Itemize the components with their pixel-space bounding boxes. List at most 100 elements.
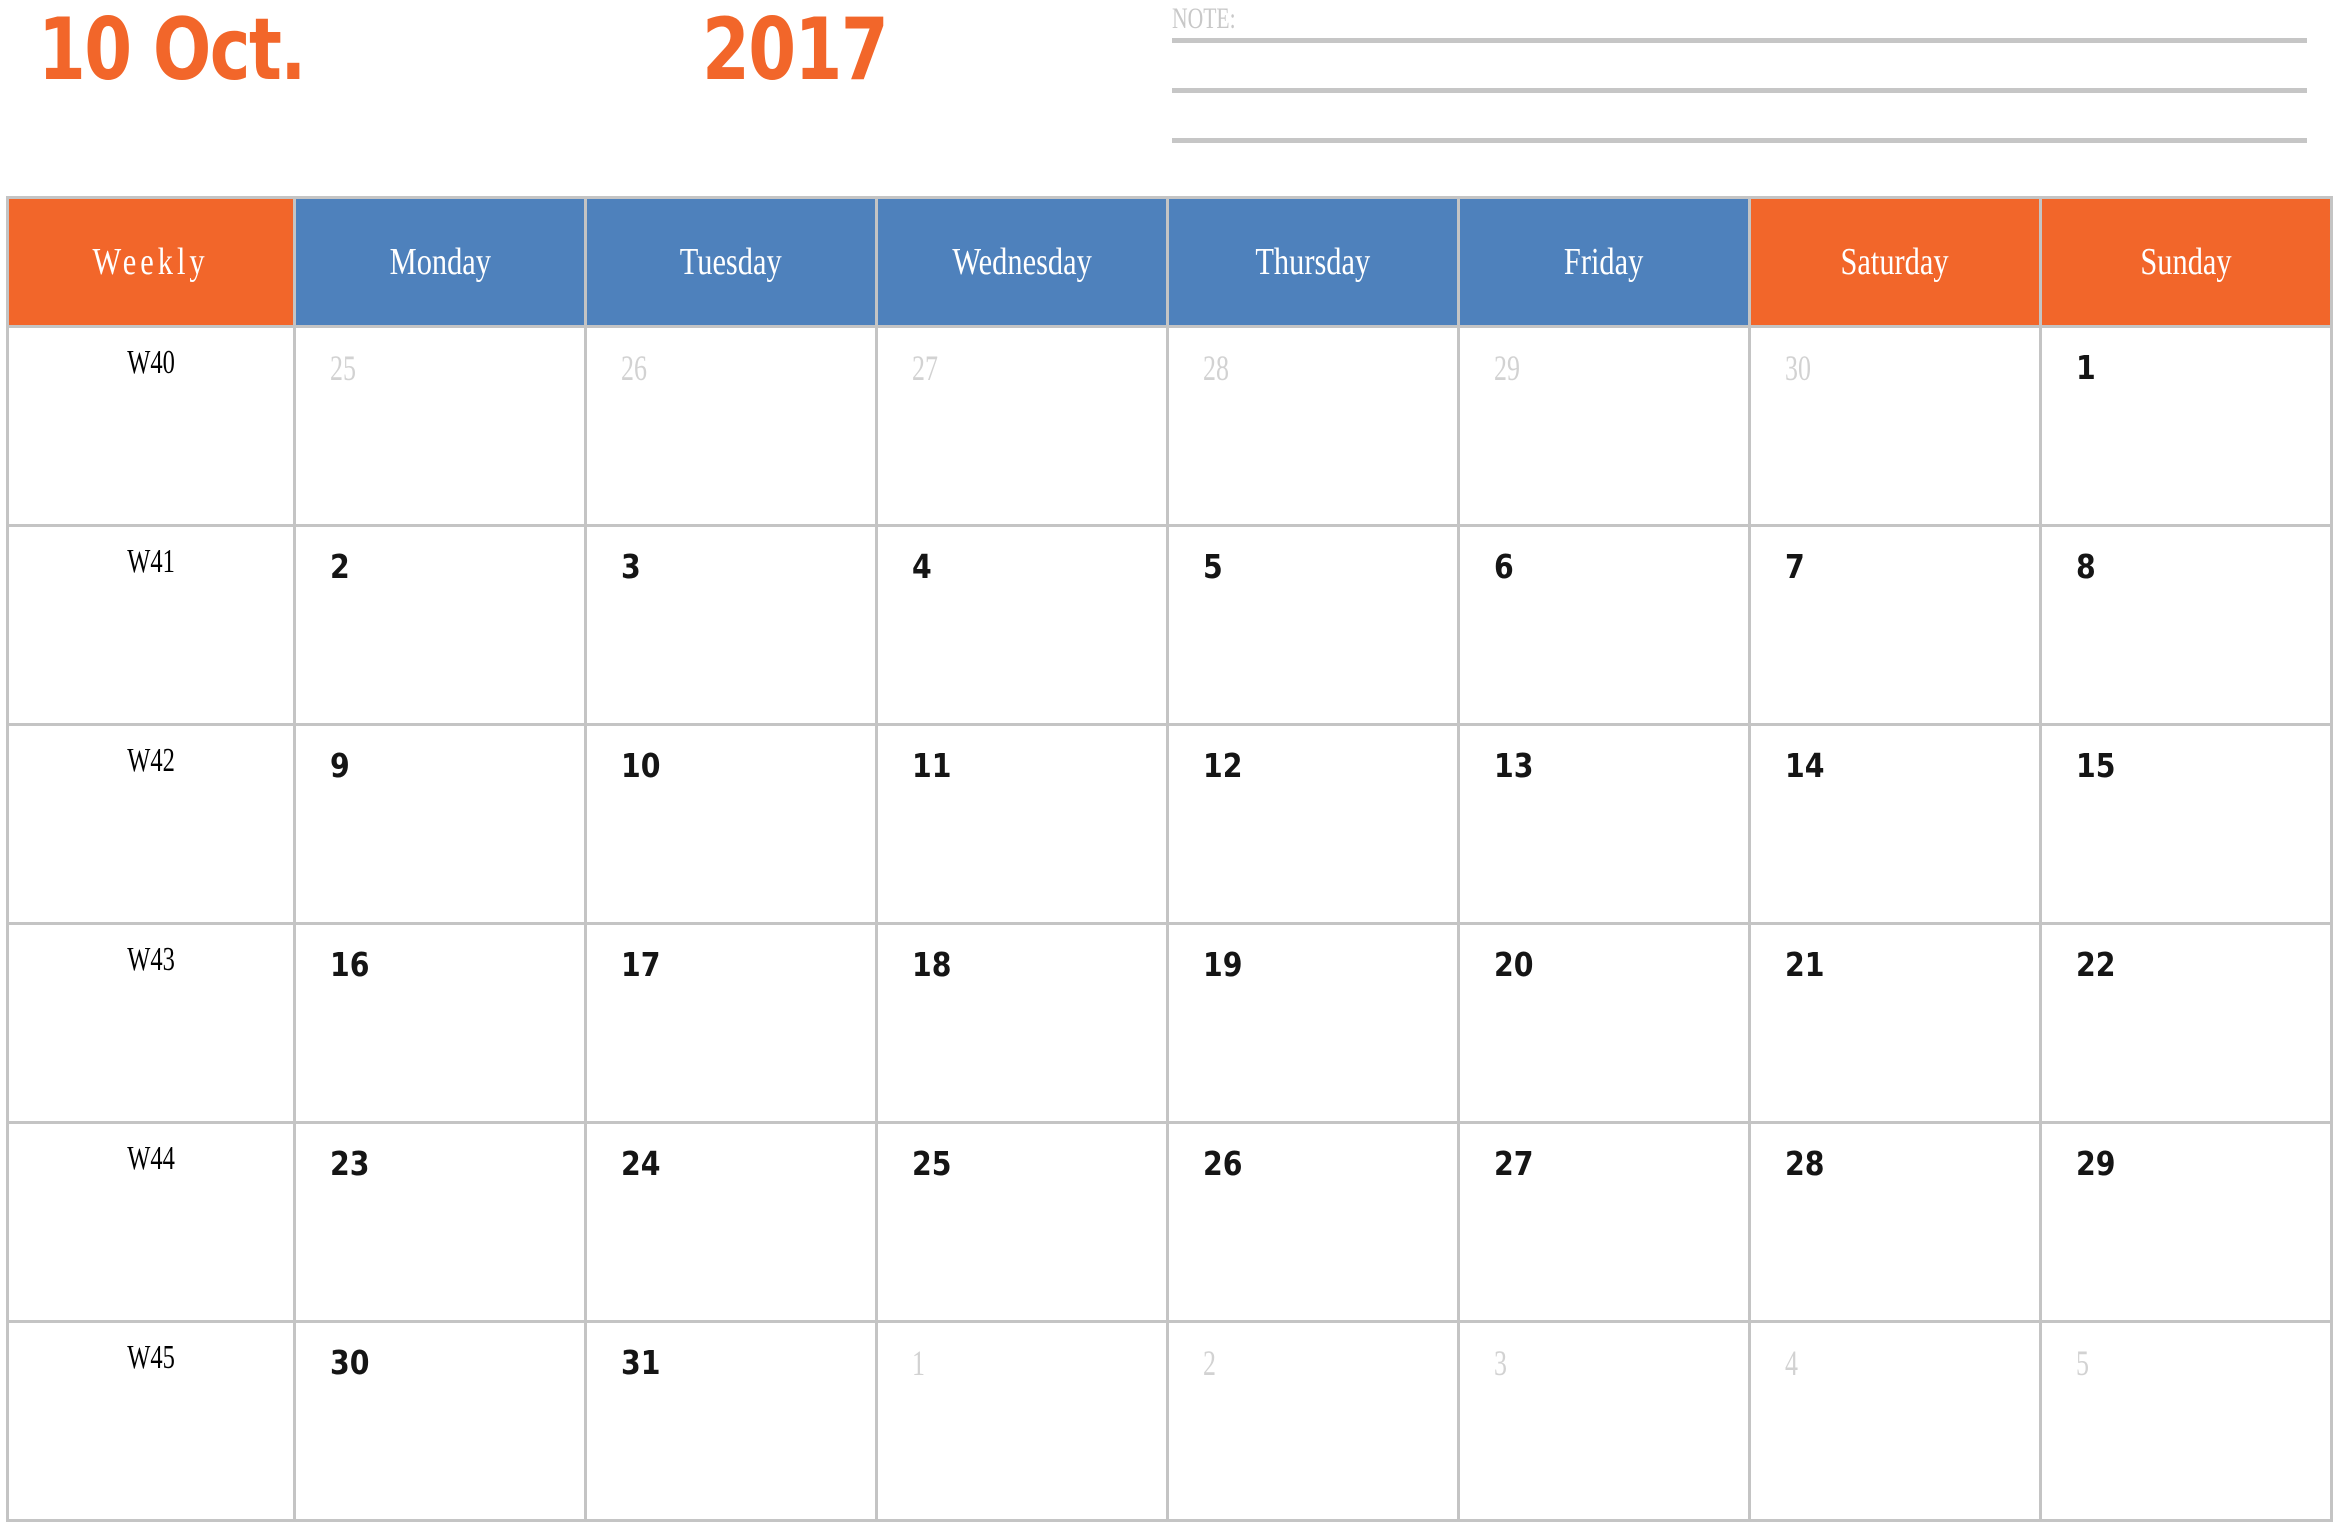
week-number-label: W43 xyxy=(127,941,175,978)
calendar-week-row: W42 9 10 11 12 13 14 15 xyxy=(6,726,2333,925)
day-number: 23 xyxy=(330,1144,370,1183)
day-cell[interactable]: 28 xyxy=(1751,1124,2042,1323)
page-title-year: 2017 xyxy=(701,0,889,100)
day-cell[interactable]: 16 xyxy=(296,925,587,1124)
day-number: 15 xyxy=(2076,746,2116,785)
day-number: 29 xyxy=(2076,1144,2116,1183)
day-cell[interactable]: 27 xyxy=(878,328,1169,527)
day-cell[interactable]: 27 xyxy=(1460,1124,1751,1323)
day-number: 1 xyxy=(2076,348,2096,387)
day-cell[interactable]: 25 xyxy=(878,1124,1169,1323)
week-number-cell: W42 xyxy=(6,726,296,925)
column-header-tuesday: Tuesday xyxy=(587,196,878,328)
page-header: 10 Oct. 2017 NOTE: xyxy=(0,0,2337,196)
note-write-line[interactable] xyxy=(1172,38,2307,43)
day-number: 3 xyxy=(1494,1343,1507,1383)
day-cell[interactable]: 25 xyxy=(296,328,587,527)
day-cell[interactable]: 30 xyxy=(1751,328,2042,527)
day-number: 22 xyxy=(2076,945,2116,984)
day-cell[interactable]: 9 xyxy=(296,726,587,925)
day-number: 30 xyxy=(1785,348,1811,388)
day-cell[interactable]: 12 xyxy=(1169,726,1460,925)
note-write-line[interactable] xyxy=(1172,88,2307,93)
column-header-friday: Friday xyxy=(1460,196,1751,328)
day-cell[interactable]: 7 xyxy=(1751,527,2042,726)
day-cell[interactable]: 29 xyxy=(2042,1124,2333,1323)
day-cell[interactable]: 18 xyxy=(878,925,1169,1124)
day-number: 28 xyxy=(1203,348,1229,388)
day-number: 12 xyxy=(1203,746,1243,785)
note-write-line[interactable] xyxy=(1172,138,2307,143)
day-cell[interactable]: 4 xyxy=(1751,1323,2042,1522)
day-number: 31 xyxy=(621,1343,661,1382)
day-number: 13 xyxy=(1494,746,1534,785)
calendar-week-row: W45 30 31 1 2 3 4 5 xyxy=(6,1323,2333,1522)
day-number: 30 xyxy=(330,1343,370,1382)
day-number: 11 xyxy=(912,746,952,785)
column-header-wednesday: Wednesday xyxy=(878,196,1169,328)
page-title-month: 10 Oct. xyxy=(38,0,306,100)
day-cell[interactable]: 31 xyxy=(587,1323,878,1522)
day-cell[interactable]: 26 xyxy=(587,328,878,527)
column-header-label: Wednesday xyxy=(952,241,1092,283)
day-cell[interactable]: 30 xyxy=(296,1323,587,1522)
column-header-label: Weekly xyxy=(92,241,210,283)
day-cell[interactable]: 14 xyxy=(1751,726,2042,925)
day-cell[interactable]: 29 xyxy=(1460,328,1751,527)
day-cell[interactable]: 5 xyxy=(2042,1323,2333,1522)
day-number: 5 xyxy=(2076,1343,2089,1383)
day-number: 4 xyxy=(912,547,932,586)
day-number: 26 xyxy=(1203,1144,1243,1183)
day-number: 19 xyxy=(1203,945,1243,984)
day-number: 27 xyxy=(1494,1144,1534,1183)
day-cell[interactable]: 11 xyxy=(878,726,1169,925)
day-cell[interactable]: 4 xyxy=(878,527,1169,726)
day-number: 7 xyxy=(1785,547,1805,586)
column-header-saturday: Saturday xyxy=(1751,196,2042,328)
day-cell[interactable]: 15 xyxy=(2042,726,2333,925)
day-number: 25 xyxy=(330,348,356,388)
day-number: 14 xyxy=(1785,746,1825,785)
note-label: NOTE: xyxy=(1172,2,1236,35)
day-cell[interactable]: 13 xyxy=(1460,726,1751,925)
day-number: 2 xyxy=(1203,1343,1216,1383)
day-cell[interactable]: 8 xyxy=(2042,527,2333,726)
column-header-label: Thursday xyxy=(1255,241,1371,283)
day-cell[interactable]: 1 xyxy=(2042,328,2333,527)
week-number-cell: W43 xyxy=(6,925,296,1124)
week-number-cell: W45 xyxy=(6,1323,296,1522)
day-number: 29 xyxy=(1494,348,1520,388)
column-header-label: Monday xyxy=(389,241,491,283)
day-number: 21 xyxy=(1785,945,1825,984)
day-cell[interactable]: 2 xyxy=(1169,1323,1460,1522)
day-number: 9 xyxy=(330,746,350,785)
day-cell[interactable]: 21 xyxy=(1751,925,2042,1124)
calendar-week-row: W44 23 24 25 26 27 28 29 xyxy=(6,1124,2333,1323)
day-cell[interactable]: 23 xyxy=(296,1124,587,1323)
day-number: 16 xyxy=(330,945,370,984)
day-cell[interactable]: 19 xyxy=(1169,925,1460,1124)
week-number-cell: W40 xyxy=(6,328,296,527)
week-number-label: W42 xyxy=(127,742,175,779)
day-cell[interactable]: 5 xyxy=(1169,527,1460,726)
week-number-label: W41 xyxy=(127,543,175,580)
week-number-label: W40 xyxy=(127,344,175,381)
day-cell[interactable]: 17 xyxy=(587,925,878,1124)
day-cell[interactable]: 3 xyxy=(587,527,878,726)
day-cell[interactable]: 1 xyxy=(878,1323,1169,1522)
day-cell[interactable]: 24 xyxy=(587,1124,878,1323)
day-number: 2 xyxy=(330,547,350,586)
day-cell[interactable]: 26 xyxy=(1169,1124,1460,1323)
calendar-week-row: W41 2 3 4 5 6 7 8 xyxy=(6,527,2333,726)
column-header-sunday: Sunday xyxy=(2042,196,2333,328)
day-cell[interactable]: 28 xyxy=(1169,328,1460,527)
day-cell[interactable]: 3 xyxy=(1460,1323,1751,1522)
day-cell[interactable]: 10 xyxy=(587,726,878,925)
day-number: 8 xyxy=(2076,547,2096,586)
day-cell[interactable]: 22 xyxy=(2042,925,2333,1124)
day-cell[interactable]: 2 xyxy=(296,527,587,726)
day-cell[interactable]: 6 xyxy=(1460,527,1751,726)
week-number-cell: W41 xyxy=(6,527,296,726)
day-number: 24 xyxy=(621,1144,661,1183)
day-cell[interactable]: 20 xyxy=(1460,925,1751,1124)
